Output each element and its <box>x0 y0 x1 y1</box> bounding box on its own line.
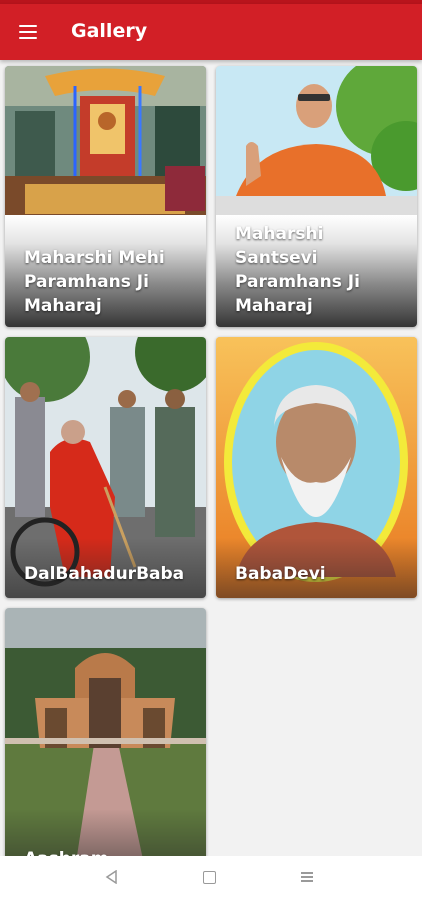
hamburger-menu-icon[interactable] <box>12 14 48 50</box>
gallery-card-label: Maharshi Mehi Paramhans Ji Maharaj <box>24 248 165 316</box>
recents-lines-icon[interactable] <box>301 871 313 883</box>
app-bar: Gallery <box>0 4 422 60</box>
gallery-card-babadevi[interactable]: BabaDevi <box>216 337 417 598</box>
system-nav-bar <box>0 856 422 900</box>
back-triangle-icon[interactable] <box>105 870 119 884</box>
gallery-grid: Maharshi Mehi Paramhans Ji Maharaj Mahar… <box>0 60 422 869</box>
home-square-icon[interactable] <box>203 871 216 884</box>
gallery-card-aashram[interactable]: Aashram <box>5 608 206 869</box>
gallery-card-label: DalBahadurBaba <box>24 564 185 584</box>
gallery-card-dalbahadurbaba[interactable]: DalBahadurBaba <box>5 337 206 598</box>
gallery-card-label: Maharshi Santsevi Paramhans Ji Maharaj <box>235 224 360 316</box>
gallery-card-label: BabaDevi <box>235 564 326 584</box>
gallery-card-mehi[interactable]: Maharshi Mehi Paramhans Ji Maharaj <box>5 66 206 327</box>
page-title: Gallery <box>71 20 148 42</box>
gallery-card-santsevi[interactable]: Maharshi Santsevi Paramhans Ji Maharaj <box>216 66 417 327</box>
